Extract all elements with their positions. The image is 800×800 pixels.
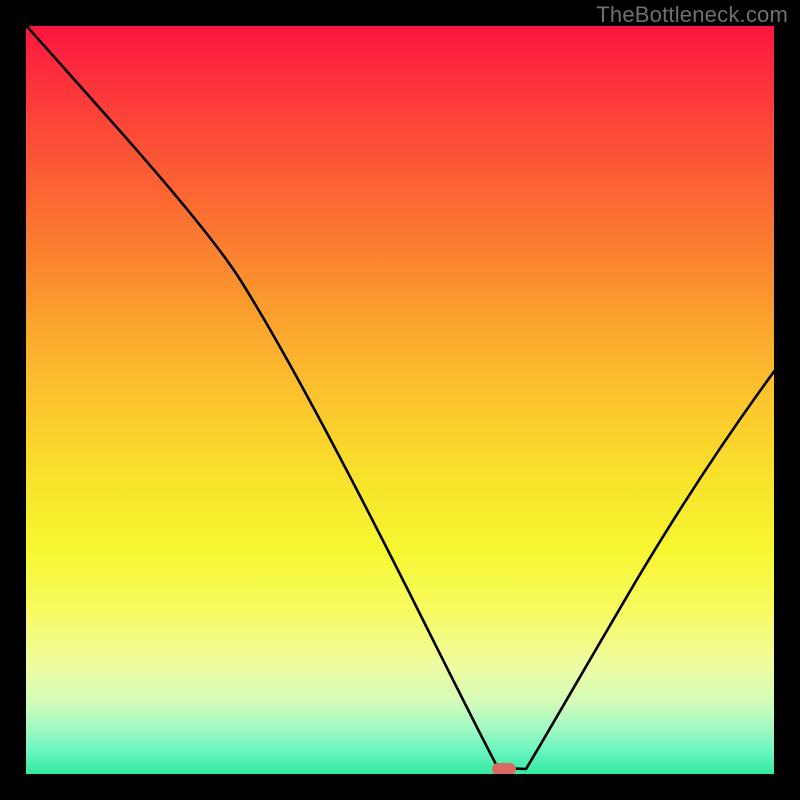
watermark-text: TheBottleneck.com xyxy=(596,2,788,28)
minimum-marker xyxy=(492,763,516,774)
bottleneck-curve xyxy=(26,26,774,774)
curve-path xyxy=(26,26,774,769)
chart-frame: TheBottleneck.com xyxy=(0,0,800,800)
plot-area xyxy=(26,26,774,774)
